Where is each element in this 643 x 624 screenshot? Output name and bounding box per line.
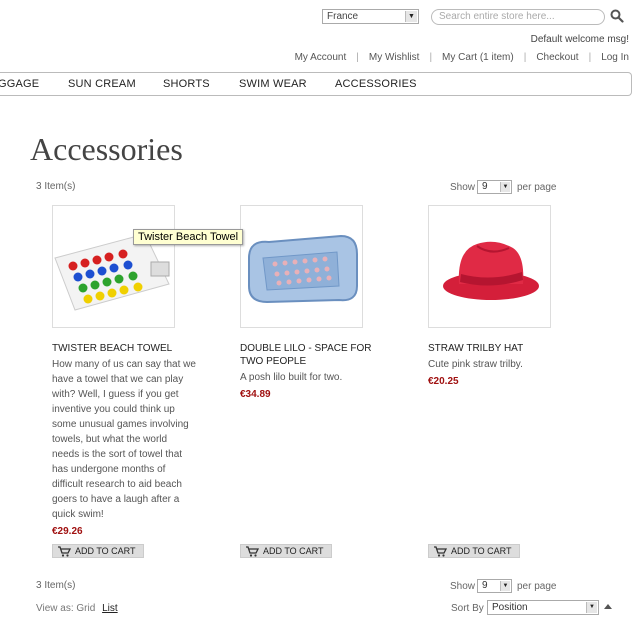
country-select-value: France bbox=[327, 11, 359, 22]
product-tooltip: Twister Beach Towel bbox=[133, 229, 244, 245]
link-checkout[interactable]: Checkout bbox=[536, 52, 578, 63]
link-separator: | bbox=[523, 52, 527, 63]
cart-icon bbox=[58, 546, 71, 557]
sort-by-label: Sort By bbox=[451, 603, 484, 614]
search-placeholder: Search entire store here... bbox=[439, 11, 555, 22]
per-page-select-bottom[interactable]: 9 ▼ bbox=[477, 579, 512, 593]
sort-by-select[interactable]: Position ▼ bbox=[487, 600, 599, 615]
product-description: How many of us can say that we have a to… bbox=[52, 359, 196, 520]
item-count-bottom: 3 Item(s) bbox=[36, 580, 76, 591]
cart-icon bbox=[434, 546, 447, 557]
add-to-cart-button[interactable]: ADD TO CART bbox=[52, 544, 144, 558]
trilby-hat-image bbox=[443, 241, 539, 300]
cart-icon bbox=[246, 546, 259, 557]
product-description: A posh lilo built for two. bbox=[240, 372, 343, 383]
link-log-in[interactable]: Log In bbox=[601, 52, 629, 63]
item-count: 3 Item(s) bbox=[36, 181, 76, 192]
page-title: Accessories bbox=[30, 131, 183, 167]
product-price: €34.89 bbox=[240, 389, 271, 400]
product-image[interactable] bbox=[240, 205, 363, 328]
lilo-image bbox=[248, 234, 358, 304]
per-page-label: per page bbox=[517, 182, 557, 193]
search-input[interactable]: Search entire store here... bbox=[431, 9, 605, 25]
link-separator: | bbox=[588, 52, 592, 63]
show-label: Show bbox=[450, 182, 476, 193]
product-description: Cute pink straw trilby. bbox=[428, 359, 523, 370]
view-mode: View as: Grid List bbox=[36, 603, 118, 614]
add-to-cart-label: ADD TO CART bbox=[75, 546, 136, 556]
per-page-value: 9 bbox=[482, 580, 488, 591]
nav-item-accessories[interactable]: ACCESSORIES bbox=[335, 78, 417, 90]
product-price: €20.25 bbox=[428, 376, 459, 387]
sort-by-value: Position bbox=[492, 602, 528, 613]
view-grid-current: Grid bbox=[76, 603, 96, 614]
product-name[interactable]: Twister Beach Towel bbox=[52, 342, 197, 355]
product-name[interactable]: Straw Trilby Hat bbox=[428, 342, 573, 355]
product-item: Straw Trilby Hat Cute pink straw trilby.… bbox=[428, 205, 588, 387]
header-links: My Account | My Wishlist | My Cart (1 it… bbox=[295, 52, 629, 63]
nav-item-luggage[interactable]: GGAGE bbox=[0, 78, 39, 90]
product-item: Double Lilo - Space for Two People A pos… bbox=[240, 205, 400, 400]
per-page-select[interactable]: 9 ▼ bbox=[477, 180, 512, 194]
link-separator: | bbox=[356, 52, 359, 63]
search-icon[interactable] bbox=[610, 9, 624, 23]
product-image[interactable] bbox=[52, 205, 175, 328]
link-my-account[interactable]: My Account bbox=[295, 52, 347, 63]
welcome-message: Default welcome msg! bbox=[530, 34, 629, 45]
product-price: €29.26 bbox=[52, 526, 83, 537]
add-to-cart-button[interactable]: ADD TO CART bbox=[428, 544, 520, 558]
twister-towel-image bbox=[54, 233, 170, 311]
link-separator: | bbox=[429, 52, 433, 63]
nav-item-sun-cream[interactable]: SUN CREAM bbox=[68, 78, 136, 90]
product-image[interactable] bbox=[428, 205, 551, 328]
product-item: Twister Beach Towel How many of us can s… bbox=[52, 205, 212, 537]
chevron-down-icon: ▼ bbox=[586, 602, 597, 613]
link-my-cart[interactable]: My Cart (1 item) bbox=[442, 52, 514, 63]
nav-item-swim-wear[interactable]: SWIM WEAR bbox=[239, 78, 307, 90]
product-name[interactable]: Double Lilo - Space for Two People bbox=[240, 342, 385, 368]
view-as-label: View as: bbox=[36, 603, 74, 614]
nav-item-shorts[interactable]: SHORTS bbox=[163, 78, 210, 90]
per-page-label-bottom: per page bbox=[517, 581, 557, 592]
add-to-cart-label: ADD TO CART bbox=[263, 546, 324, 556]
show-label-bottom: Show bbox=[450, 581, 476, 592]
add-to-cart-label: ADD TO CART bbox=[451, 546, 512, 556]
chevron-down-icon: ▼ bbox=[405, 11, 417, 22]
view-list-link[interactable]: List bbox=[102, 603, 118, 614]
add-to-cart-button[interactable]: ADD TO CART bbox=[240, 544, 332, 558]
link-my-wishlist[interactable]: My Wishlist bbox=[369, 52, 420, 63]
main-navigation: GGAGE SUN CREAM SHORTS SWIM WEAR ACCESSO… bbox=[0, 72, 632, 96]
per-page-value: 9 bbox=[482, 181, 488, 192]
country-select[interactable]: France ▼ bbox=[322, 9, 419, 24]
sort-direction-icon[interactable] bbox=[604, 604, 612, 609]
chevron-down-icon: ▼ bbox=[500, 182, 510, 192]
chevron-down-icon: ▼ bbox=[500, 581, 510, 591]
